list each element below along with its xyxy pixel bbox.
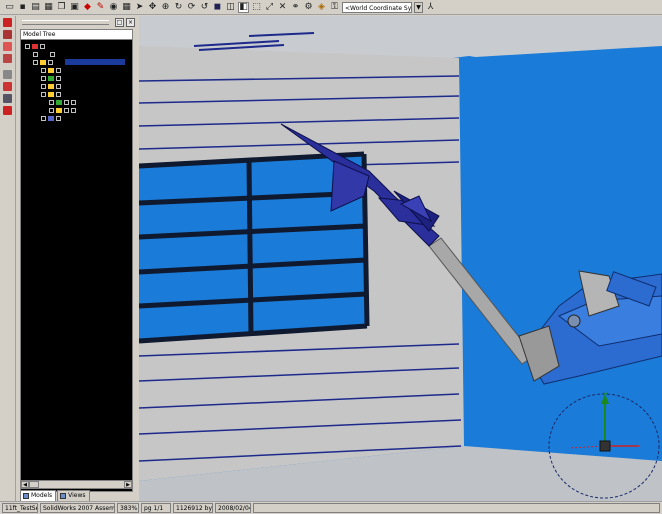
pencil-icon[interactable]: ✎ [95,2,106,13]
status-size: 1126912 bytes [173,503,213,513]
model-tree-title: Model Tree [21,30,132,40]
refresh-icon[interactable]: ↺ [199,2,210,13]
chevron-down-icon[interactable]: ▼ [414,1,423,13]
horizontal-scrollbar[interactable]: ◀ ▶ [20,480,133,489]
tab-models-label: Models [31,492,53,499]
axis-icon[interactable]: ⅄ [425,2,436,13]
zoom-icon[interactable]: ⊕ [160,2,171,13]
model-tree-panel: □ × Model Tree ◀ ▶ Models Views [18,16,137,502]
tree-node[interactable] [25,43,45,49]
grid-icon[interactable]: ▦ [121,2,132,13]
panel-header: □ × [18,16,137,28]
model-tree[interactable]: Model Tree [20,29,133,492]
show-icon[interactable] [3,82,12,91]
eye-icon[interactable]: ◉ [108,2,119,13]
tree-node[interactable] [49,99,76,105]
tree-node[interactable] [49,107,76,113]
print-icon[interactable] [3,106,12,115]
models-icon [23,493,29,499]
tree-node-selected[interactable] [33,59,125,65]
right-wall [459,46,662,461]
panel-tabs: Models Views [20,490,90,502]
main-toolbar: ▭ ▪ ▤ ▦ ❐ ▣ ◆ ✎ ◉ ▦ ➤ ✥ ⊕ ↻ ⟳ ↺ ◼ ◫ ◧ ⬚ … [0,0,662,15]
open-icon[interactable]: ▤ [30,2,41,13]
rotate-icon[interactable]: ↻ [173,2,184,13]
copy-icon[interactable]: ❐ [56,2,67,13]
arrow-pointer-icon[interactable]: ➤ [134,2,145,13]
selected-item[interactable] [65,59,125,65]
views-icon [60,493,67,499]
print-icon[interactable]: ▦ [43,2,54,13]
tree-node[interactable] [41,83,61,89]
left-toolbar [0,16,16,501]
scroll-left-icon[interactable]: ◀ [21,481,29,488]
tree-node[interactable] [41,67,61,73]
triad-y-label: Y [602,391,608,400]
file-icon[interactable]: ▭ [4,2,15,13]
tree-node[interactable] [33,51,55,57]
layers-icon[interactable] [3,54,12,63]
coordinate-system-select[interactable]: <World Coordinate System> [342,1,412,13]
panel-grip[interactable] [22,19,109,25]
status-app: SolidWorks 2007 Assembly [40,503,115,513]
settings-icon[interactable]: ⚙ [303,2,314,13]
hide-icon[interactable] [3,70,12,79]
color-icon[interactable]: ◈ [316,2,327,13]
key-icon[interactable]: ⚿ [329,2,340,13]
paste-icon[interactable]: ▣ [69,2,80,13]
transform-icon[interactable]: ✕ [277,2,288,13]
tree-node[interactable] [41,115,61,121]
restore-icon[interactable]: □ [115,17,124,27]
close-icon[interactable]: × [126,17,135,27]
pan-icon[interactable]: ✥ [147,2,158,13]
scroll-thumb[interactable] [29,481,39,488]
save-icon[interactable]: ▪ [17,2,28,13]
status-zoom: 383% [117,503,139,513]
properties-icon[interactable] [3,42,12,51]
camera-icon[interactable]: ◧ [238,1,249,13]
delete-icon[interactable] [3,30,12,39]
tab-views-label: Views [68,492,86,499]
wireframe-icon[interactable]: ◫ [225,2,236,13]
status-bar: 11ft_TestSecto SolidWorks 2007 Assembly … [0,501,662,514]
link-icon[interactable]: ⚭ [290,2,301,13]
scale-icon[interactable]: ⤢ [264,2,275,13]
solidworks-icon[interactable]: ◆ [82,2,93,13]
tree-node[interactable] [41,91,61,97]
status-empty [253,503,660,513]
tree-node[interactable] [41,75,61,81]
status-filename: 11ft_TestSecto [2,503,38,513]
status-date: 2008/02/04 [215,503,251,513]
new-icon[interactable] [3,18,12,27]
3d-viewport[interactable]: Y [139,16,662,501]
scroll-right-icon[interactable]: ▶ [124,481,132,488]
status-page: pg 1/1 [141,503,171,513]
spin-icon[interactable]: ⟳ [186,2,197,13]
measure-icon[interactable]: ⬚ [251,2,262,13]
shading-icon[interactable]: ◼ [212,2,223,13]
scene-render[interactable]: Y [139,16,662,501]
export-icon[interactable] [3,94,12,103]
